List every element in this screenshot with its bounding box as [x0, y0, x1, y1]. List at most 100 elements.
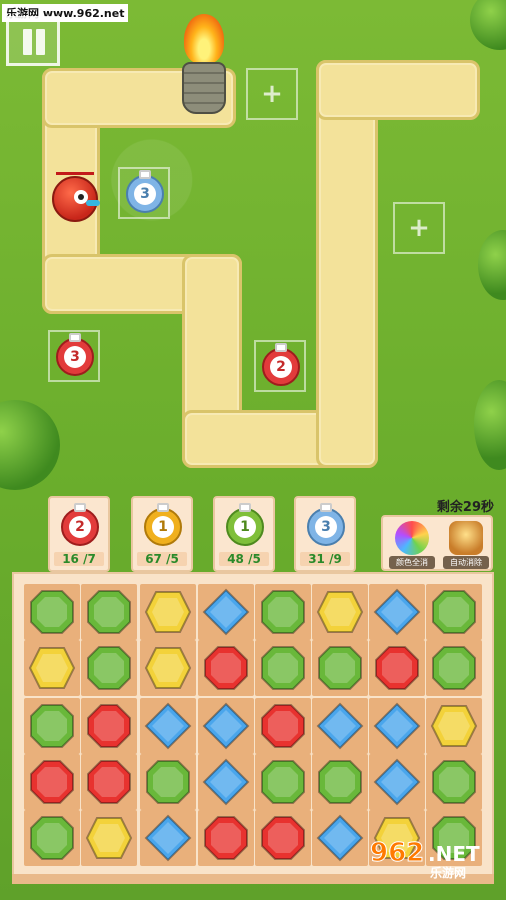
color-clear-powerup-button[interactable]: 颜色全消: [389, 521, 435, 569]
gem-cell[interactable]: [255, 754, 311, 810]
gem-cell[interactable]: [369, 584, 425, 640]
tower-card-count: 16 /7: [54, 552, 104, 566]
gem-cell[interactable]: [369, 640, 425, 696]
bottle-neck-icon: [139, 170, 151, 179]
gem-cell[interactable]: [81, 754, 137, 810]
red-gem-icon: [373, 644, 421, 692]
bottle-neck-icon: [275, 343, 287, 352]
gem-cell[interactable]: [312, 584, 368, 640]
placed-tower-slot[interactable]: 3: [118, 167, 170, 219]
gem-cell[interactable]: [426, 698, 482, 754]
gem-cell[interactable]: [140, 584, 196, 640]
gem-cell[interactable]: [140, 810, 196, 866]
green-gem-icon: [430, 644, 478, 692]
gem-cell[interactable]: [140, 698, 196, 754]
placed-tower-slot[interactable]: 2: [254, 340, 306, 392]
tower-level: 1: [152, 516, 174, 538]
blue-gem-icon: [373, 702, 421, 750]
empty-tower-slot[interactable]: +: [246, 68, 298, 120]
gem-cell[interactable]: [140, 640, 196, 696]
gem-cell[interactable]: [81, 698, 137, 754]
blue-gem-icon: [144, 814, 192, 862]
game-stage: 乐游网 www.962.net + + 3 3 2 剩余29秒 2 16 /7 …: [0, 0, 506, 900]
gem-cell[interactable]: [426, 584, 482, 640]
tower-card[interactable]: 3 31 /9: [294, 496, 356, 572]
yellow-gem-icon: [85, 814, 133, 862]
placed-tower-slot[interactable]: 3: [48, 330, 100, 382]
gem-cell[interactable]: [24, 754, 80, 810]
gem-cell[interactable]: [426, 754, 482, 810]
hourglass-icon: [449, 521, 483, 555]
red-gem-icon: [202, 644, 250, 692]
gem-cell[interactable]: [369, 754, 425, 810]
path-segment: [316, 60, 378, 468]
gem-cell[interactable]: [24, 640, 80, 696]
blue-gem-icon: [316, 814, 364, 862]
powerup-panel: 颜色全消 自动消除: [381, 515, 493, 571]
gem-cell[interactable]: [255, 584, 311, 640]
beak-icon: [86, 200, 100, 206]
gem-cell[interactable]: [312, 698, 368, 754]
enemy-health-bar: [56, 172, 94, 175]
bottle-tower-icon: 3: [307, 503, 345, 546]
gem-cell[interactable]: [24, 810, 80, 866]
tower-card-count: 48 /5: [219, 552, 269, 566]
green-gem-icon: [144, 758, 192, 806]
stone-tower-icon: [182, 62, 226, 114]
flame-icon: [184, 14, 224, 64]
blue-gem-icon: [202, 588, 250, 636]
gem-cell[interactable]: [312, 640, 368, 696]
red-gem-icon: [202, 814, 250, 862]
gem-cell[interactable]: [81, 640, 137, 696]
gem-cell[interactable]: [198, 640, 254, 696]
gem-cell[interactable]: [312, 754, 368, 810]
bottle-neck-icon: [69, 333, 81, 342]
tower-level: 3: [64, 346, 86, 368]
gem-cell[interactable]: [81, 810, 137, 866]
blue-gem-icon: [316, 702, 364, 750]
gem-cell[interactable]: [312, 810, 368, 866]
gem-cell[interactable]: [426, 640, 482, 696]
tower-card[interactable]: 1 67 /5: [131, 496, 193, 572]
enemy-bird: [52, 176, 100, 222]
gem-cell[interactable]: [198, 584, 254, 640]
gem-cell[interactable]: [369, 698, 425, 754]
yellow-gem-icon: [430, 702, 478, 750]
gem-cell[interactable]: [198, 754, 254, 810]
blue-gem-icon: [202, 702, 250, 750]
auto-clear-powerup-button[interactable]: 自动消除: [443, 521, 489, 569]
green-gem-icon: [259, 644, 307, 692]
green-gem-icon: [316, 758, 364, 806]
green-gem-icon: [430, 758, 478, 806]
tower-level: 2: [270, 356, 292, 378]
yellow-gem-icon: [144, 644, 192, 692]
path-segment: [316, 60, 480, 120]
pause-button[interactable]: [6, 16, 60, 66]
bottle-neck-icon: [239, 503, 251, 512]
blue-gem-icon: [373, 758, 421, 806]
bottle-tower-icon: 1: [226, 503, 264, 546]
gem-cell[interactable]: [198, 698, 254, 754]
tower-card-count: 67 /5: [137, 552, 187, 566]
gem-cell[interactable]: [255, 698, 311, 754]
gem-cell[interactable]: [81, 584, 137, 640]
gem-cell[interactable]: [140, 754, 196, 810]
tower-level: 1: [234, 516, 256, 538]
bottle-neck-icon: [74, 503, 86, 512]
bottle-tower: 3: [56, 333, 94, 376]
green-gem-icon: [28, 702, 76, 750]
gem-cell[interactable]: [255, 810, 311, 866]
fire-tower: [176, 14, 232, 118]
gem-cell[interactable]: [198, 810, 254, 866]
red-gem-icon: [259, 702, 307, 750]
green-gem-icon: [430, 588, 478, 636]
tower-card[interactable]: 1 48 /5: [213, 496, 275, 572]
powerup-label: 颜色全消: [389, 556, 435, 569]
yellow-gem-icon: [316, 588, 364, 636]
empty-tower-slot[interactable]: +: [393, 202, 445, 254]
gem-cell[interactable]: [255, 640, 311, 696]
red-gem-icon: [259, 814, 307, 862]
gem-cell[interactable]: [24, 698, 80, 754]
tower-card[interactable]: 2 16 /7: [48, 496, 110, 572]
gem-cell[interactable]: [24, 584, 80, 640]
